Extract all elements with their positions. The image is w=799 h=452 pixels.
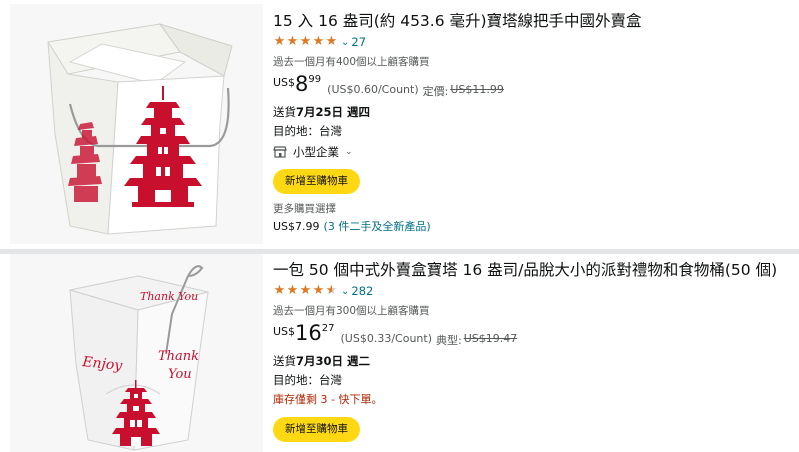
- used-new-offers-link[interactable]: (3 件二手及全新產品): [324, 220, 431, 233]
- box-text-top: Thank You: [140, 290, 198, 303]
- add-to-cart-button[interactable]: 新增至購物車: [273, 417, 360, 442]
- product-title[interactable]: 15 入 16 盎司(約 453.6 毫升)寶塔線把手中國外賣盒: [273, 11, 793, 32]
- list-price-label: 典型:: [436, 334, 462, 347]
- price-currency: US$: [273, 76, 296, 89]
- delivery-info: 送貨7月25日 週四: [273, 104, 793, 120]
- delivery-prefix: 送貨: [273, 105, 296, 119]
- rating-row[interactable]: ★ ★ ★ ★ ★ ⌄ 27: [273, 34, 793, 50]
- rating-count[interactable]: 282: [351, 284, 373, 298]
- destination: 目的地：台灣: [273, 373, 342, 387]
- star-icon: ★: [273, 283, 286, 298]
- product-card: 15 入 16 盎司(約 453.6 毫升)寶塔線把手中國外賣盒 ★ ★ ★ ★…: [0, 0, 799, 249]
- star-rating[interactable]: ★ ★ ★ ★ ★: [273, 35, 338, 49]
- add-to-cart-button[interactable]: 新增至購物車: [273, 169, 360, 194]
- delivery-date: 7月30日 週二: [296, 354, 371, 368]
- small-business-badge[interactable]: 小型企業 ⌄: [273, 143, 793, 161]
- unit-price: (US$0.33/Count): [340, 332, 432, 345]
- delivery-prefix: 送貨: [273, 354, 296, 368]
- store-icon: [273, 146, 287, 158]
- product-image[interactable]: Thank You Enjoy Thank You: [10, 254, 263, 452]
- unit-price: (US$0.60/Count): [327, 83, 419, 96]
- product-card: Thank You Enjoy Thank You 一包 50 個中式外賣盒寶塔…: [0, 254, 799, 452]
- small-business-label[interactable]: 小型企業: [293, 144, 339, 160]
- list-price-label: 定價:: [422, 85, 449, 98]
- delivery-date: 7月25日 週四: [296, 105, 371, 119]
- star-icon: ★: [312, 283, 325, 298]
- product-info: 一包 50 個中式外賣盒寶塔 16 盎司/品脫大小的派對禮物和食物桶(50 個)…: [273, 254, 793, 442]
- rating-row[interactable]: ★ ★ ★ ★ ★ ⌄ 282: [273, 283, 793, 299]
- product-title[interactable]: 一包 50 個中式外賣盒寶塔 16 盎司/品脫大小的派對禮物和食物桶(50 個): [273, 260, 793, 281]
- rating-count[interactable]: 27: [351, 35, 366, 49]
- takeout-box-illustration: Thank You Enjoy Thank You: [69, 265, 209, 451]
- half-star-icon: ★: [325, 283, 338, 298]
- star-icon: ★: [325, 34, 338, 49]
- chevron-down-icon[interactable]: ⌄: [341, 37, 349, 48]
- price-row: US$ 8 99 (US$0.60/Count) 定價: US$11.99: [273, 72, 793, 98]
- more-price: US$7.99: [273, 220, 320, 233]
- product-info: 15 入 16 盎司(約 453.6 毫升)寶塔線把手中國外賣盒 ★ ★ ★ ★…: [273, 0, 793, 233]
- box-text-you: You: [168, 367, 192, 382]
- price-fraction: 99: [308, 74, 322, 85]
- chevron-down-icon[interactable]: ⌄: [345, 147, 353, 157]
- price-row: US$ 16 27 (US$0.33/Count) 典型: US$19.47: [273, 321, 793, 347]
- bought-count: 過去一個月有300個以上顧客購買: [273, 305, 430, 317]
- price-currency: US$: [273, 325, 296, 338]
- more-buying-row: US$7.99 (3 件二手及全新產品): [273, 218, 793, 233]
- price-fraction: 27: [321, 323, 335, 334]
- star-icon: ★: [273, 34, 286, 49]
- star-icon: ★: [299, 34, 312, 49]
- destination: 目的地：台灣: [273, 124, 342, 138]
- search-results: 15 入 16 盎司(約 453.6 毫升)寶塔線把手中國外賣盒 ★ ★ ★ ★…: [0, 0, 799, 452]
- star-icon: ★: [286, 283, 299, 298]
- star-icon: ★: [299, 283, 312, 298]
- list-price: US$11.99: [450, 83, 504, 96]
- list-price: US$19.47: [463, 332, 518, 345]
- bought-count: 過去一個月有400個以上顧客購買: [273, 56, 430, 68]
- price-whole: 8: [295, 72, 309, 96]
- star-icon: ★: [286, 34, 299, 49]
- price-whole: 16: [295, 321, 322, 345]
- product-image[interactable]: [10, 4, 263, 244]
- star-rating[interactable]: ★ ★ ★ ★ ★: [273, 284, 338, 298]
- star-icon: ★: [312, 34, 325, 49]
- chevron-down-icon[interactable]: ⌄: [341, 286, 349, 297]
- takeout-box-illustration: [47, 23, 233, 235]
- delivery-info: 送貨7月30日 週二: [273, 353, 793, 369]
- low-stock-warning: 庫存僅剩 3 - 快下單。: [273, 393, 383, 406]
- box-text-thank: Thank: [158, 349, 199, 364]
- more-buying-choices: 更多購買選擇: [273, 203, 336, 215]
